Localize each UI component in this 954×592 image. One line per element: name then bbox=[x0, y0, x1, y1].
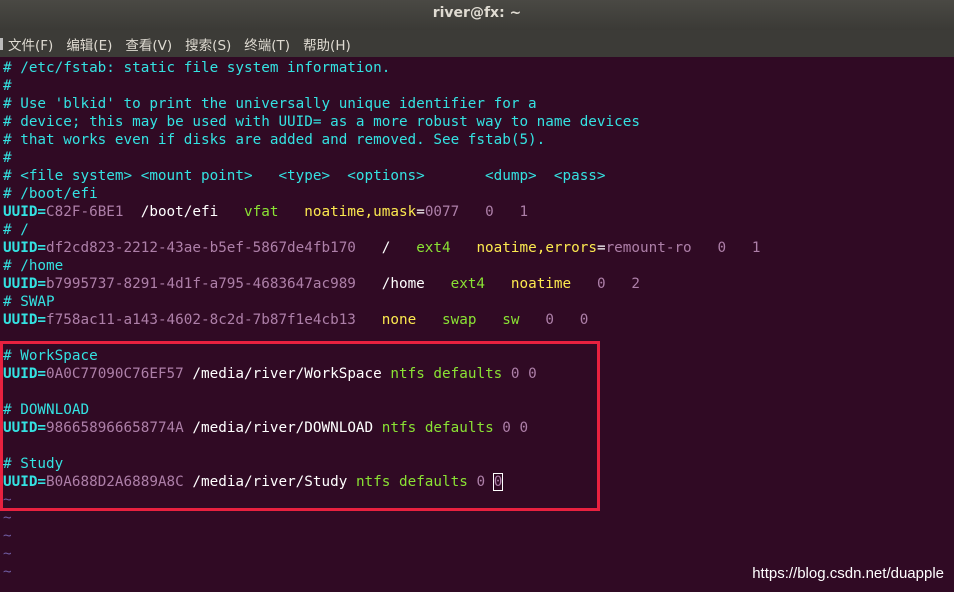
terminal-token: noatime,errors bbox=[476, 240, 597, 256]
menu-terminal[interactable]: 终端(T) bbox=[244, 34, 290, 54]
terminal-token: UUID= bbox=[3, 312, 47, 328]
terminal-line: UUID=f758ac11-a143-4602-8c2d-7b87f1e4cb1… bbox=[3, 311, 954, 329]
terminal-line: # bbox=[3, 77, 954, 95]
terminal-line: # that works even if disks are added and… bbox=[3, 131, 954, 149]
terminal-token: sw bbox=[502, 312, 520, 328]
terminal-token: 0 bbox=[579, 312, 589, 328]
terminal-token: ~ bbox=[3, 528, 12, 544]
terminal-token: remount-ro bbox=[605, 240, 692, 256]
menu-file[interactable]: 文件(F) bbox=[8, 34, 53, 54]
terminal-line: # bbox=[3, 149, 954, 167]
terminal-token: ext4 bbox=[416, 240, 451, 256]
terminal-token: # Use 'blkid' to print the universally u… bbox=[3, 96, 537, 112]
terminal-line: UUID=df2cd823-2212-43ae-b5ef-5867de4fb17… bbox=[3, 239, 954, 257]
terminal-token: f758ac11-a143-4602-8c2d-7b87f1e4cb13 bbox=[46, 312, 356, 328]
terminal-token: 0 bbox=[545, 312, 554, 328]
terminal-line: # SWAP bbox=[3, 293, 954, 311]
terminal-token: 0 bbox=[596, 276, 606, 292]
terminal-token: # /etc/fstab: static file system informa… bbox=[3, 60, 391, 76]
terminal-line: # /boot/efi bbox=[3, 185, 954, 203]
window-edge-marker bbox=[0, 38, 3, 50]
terminal-token: ~ bbox=[3, 546, 12, 562]
terminal-line: # Use 'blkid' to print the universally u… bbox=[3, 95, 954, 113]
terminal-line: # /etc/fstab: static file system informa… bbox=[3, 59, 954, 77]
terminal-token: vfat bbox=[244, 204, 279, 220]
terminal-token: noatime,umask bbox=[304, 204, 417, 220]
watermark: https://blog.csdn.net/duapple bbox=[752, 565, 944, 582]
terminal-token: # bbox=[3, 150, 12, 166]
terminal-token: # /home bbox=[3, 258, 64, 274]
terminal-line: # device; this may be used with UUID= as… bbox=[3, 113, 954, 131]
terminal-token: / bbox=[355, 240, 417, 256]
menu-edit[interactable]: 编辑(E) bbox=[66, 34, 112, 54]
terminal-token: df2cd823-2212-43ae-b5ef-5867de4fb170 bbox=[46, 240, 356, 256]
terminal-token: 1 bbox=[751, 240, 761, 256]
terminal-token: UUID= bbox=[3, 240, 47, 256]
window-title: river@fx: ~ bbox=[0, 0, 954, 30]
terminal-token: 1 bbox=[519, 204, 529, 220]
menu-view[interactable]: 查看(V) bbox=[125, 34, 172, 54]
terminal-token: ext4 bbox=[450, 276, 486, 292]
terminal-line: ~ bbox=[3, 509, 954, 527]
terminal-token: UUID= bbox=[3, 276, 47, 292]
terminal-line: # /home bbox=[3, 257, 954, 275]
terminal-token: = bbox=[596, 240, 606, 256]
terminal-token: noatime bbox=[510, 276, 572, 292]
terminal-token: none bbox=[381, 312, 417, 328]
terminal-token: /boot/efi bbox=[123, 204, 245, 220]
terminal-token: C82F-6BE1 bbox=[46, 204, 124, 220]
terminal-token: UUID= bbox=[3, 204, 47, 220]
terminal-line: ~ bbox=[3, 527, 954, 545]
terminal-token: b7995737-8291-4d1f-a795-4683647ac989 bbox=[46, 276, 356, 292]
terminal-token: 0077 bbox=[424, 204, 460, 220]
menu-bar: 文件(F) 编辑(E) 查看(V) 搜索(S) 终端(T) 帮助(H) bbox=[0, 30, 954, 57]
terminal-token: # <file system> <mount point> <type> <op… bbox=[3, 168, 606, 184]
terminal-line: UUID=C82F-6BE1 /boot/efi vfat noatime,um… bbox=[3, 203, 954, 221]
terminal-token: swap bbox=[442, 312, 477, 328]
terminal-line: # / bbox=[3, 221, 954, 239]
terminal-token: # device; this may be used with UUID= as… bbox=[3, 114, 640, 130]
terminal-token: # /boot/efi bbox=[3, 186, 98, 202]
terminal-line: UUID=b7995737-8291-4d1f-a795-4683647ac98… bbox=[3, 275, 954, 293]
terminal-line: # <file system> <mount point> <type> <op… bbox=[3, 167, 954, 185]
menu-search[interactable]: 搜索(S) bbox=[185, 34, 231, 54]
terminal-token: # bbox=[3, 78, 12, 94]
terminal-token: # that works even if disks are added and… bbox=[3, 132, 546, 148]
highlight-annotation-box bbox=[0, 341, 600, 511]
terminal-token: # SWAP bbox=[3, 294, 55, 310]
terminal-line: ~ bbox=[3, 545, 954, 563]
menu-help[interactable]: 帮助(H) bbox=[303, 34, 351, 54]
terminal-token: 0 bbox=[717, 240, 727, 256]
terminal-token: # / bbox=[3, 222, 29, 238]
terminal-token: ~ bbox=[3, 510, 12, 526]
terminal-token: = bbox=[416, 204, 425, 220]
terminal-token: 2 bbox=[631, 276, 641, 292]
terminal-token: /home bbox=[355, 276, 451, 292]
terminal-token: ~ bbox=[3, 564, 12, 580]
terminal-token: 0 bbox=[485, 204, 494, 220]
